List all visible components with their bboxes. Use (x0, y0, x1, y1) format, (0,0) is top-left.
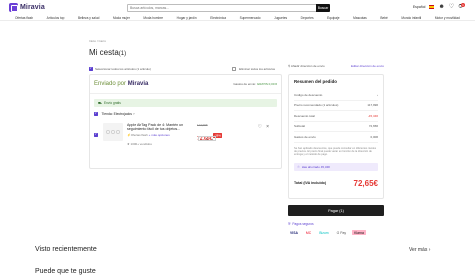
page-title-text: Mi cesta (89, 48, 119, 57)
mastercard-logo: MC (305, 230, 312, 235)
heart-icon[interactable]: ♡ (258, 124, 262, 130)
nav-item-moda-mujer[interactable]: Moda mujer (113, 16, 130, 20)
item-actions: ♡ × (258, 124, 269, 130)
summary-row-subtotal: Subtotal 72,65€ (294, 122, 378, 132)
item-checkbox[interactable] (94, 132, 98, 137)
old-price: 117,99€ (197, 123, 208, 127)
quantity-stepper: − 1 + (198, 136, 216, 141)
nav-item-supermercado[interactable]: Supermercado (240, 16, 261, 20)
heart-icon[interactable]: ♡ (449, 4, 454, 10)
nav-item-equipaje[interactable]: Equipaje (327, 16, 339, 20)
summary-note: Se han aplicado descuentos, que puede co… (294, 146, 377, 157)
truck-icon: ⛟ (98, 100, 103, 105)
search-button[interactable]: Buscar (316, 4, 330, 12)
nav-item-deportes[interactable]: Deportes (301, 16, 314, 20)
add-address[interactable]: ⚲ Añadir dirección de envío (288, 64, 325, 68)
total-value: 72,65€ (353, 178, 378, 188)
cart-store-card: Enviado por Miravia Gastos de envío: GRA… (89, 74, 282, 169)
checkout-button[interactable]: Pagar (1) (288, 205, 384, 216)
nav-item-juguetes[interactable]: Juguetes (274, 16, 287, 20)
chevron-right-icon: › (133, 112, 135, 116)
see-more-link[interactable]: Ver más › (409, 247, 430, 253)
free-shipping-banner: ⛟ Envío gratis (94, 99, 277, 107)
miravia-logo-icon (9, 3, 18, 12)
price-block: 117,99€ 72,65€-38% (197, 123, 222, 145)
gpay-logo: G Pay (336, 230, 347, 235)
payment-methods: VISA MC Bizum G Pay Klarna (288, 230, 366, 235)
nav-item-bebe[interactable]: Bebé (380, 16, 387, 20)
cart-item: Apple AirTag Pack de 4: Mantén un seguim… (94, 121, 277, 165)
nav-item-hogar-jardin[interactable]: Hogar y jardín (177, 16, 197, 20)
user-icon[interactable]: ☻ (438, 4, 444, 10)
nav-item-ofertas-flash[interactable]: Ofertas flash (15, 16, 33, 20)
shipping-cost: Gastos de envío: GRATIS 0,00 € (233, 82, 277, 86)
store-name[interactable]: Tienda: Electrojacks › (94, 111, 135, 116)
category-nav: Ofertas flash Artículos top Belleza y sa… (0, 15, 475, 21)
address-row: ⚲ Añadir dirección de envío Editar direc… (288, 64, 384, 68)
page-title: Mi cesta(1) (89, 48, 126, 57)
bizum-logo: Bizum (319, 230, 329, 235)
secure-payment: ⛨ Pagos seguros (288, 222, 314, 226)
tag-icon: ☉ (297, 164, 300, 169)
product-title[interactable]: Apple AirTag Pack de 4: Mantén un seguim… (127, 123, 191, 132)
cart-item-count: (1) (118, 51, 127, 57)
summary-row-shipping: Gastos de envío 0,00€ (294, 132, 378, 143)
shipped-by: Enviado por Miravia (94, 81, 149, 87)
product-thumbnail[interactable] (103, 123, 123, 141)
summary-row-recommended: Precio recomendado (1 artículos) 117,99€ (294, 101, 378, 111)
recommendations-title: Puede que te guste (35, 268, 96, 275)
nav-item-motor-movilidad[interactable]: Motor y movilidad (435, 16, 460, 20)
delete-all[interactable]: Eliminar todos los artículos (231, 67, 275, 71)
header-actions: Español ☻ ♡ ⎊ 1 (413, 2, 465, 10)
select-all[interactable]: Seleccionar todos los artículos (1 artíc… (89, 66, 151, 72)
selection-row: Seleccionar todos los artículos (1 artíc… (89, 66, 275, 72)
nav-item-mascotas[interactable]: Mascotas (353, 16, 367, 20)
search-input[interactable] (128, 5, 316, 11)
nav-item-mundo-infantil[interactable]: Mundo infantil (401, 16, 421, 20)
increment-button[interactable]: + (210, 137, 215, 141)
total-row: Total (IVA incluido) 72,65€ (294, 179, 378, 188)
star-icon: ★ (127, 142, 130, 146)
store-checkbox[interactable] (94, 111, 98, 116)
nav-item-moda-hombre[interactable]: Moda hombre (143, 16, 163, 20)
recently-viewed-title: Visto recientemente (35, 246, 97, 253)
airtag-icon (116, 130, 120, 134)
select-all-checkbox[interactable] (89, 66, 93, 72)
close-icon[interactable]: × (266, 124, 269, 130)
cart-icon[interactable]: ⎊ 1 (458, 2, 465, 10)
spain-flag-icon[interactable] (429, 5, 435, 9)
order-summary: Resumen del pedido Código de descuento › … (288, 74, 384, 199)
visa-logo: VISA (290, 230, 298, 235)
airtag-icon (111, 130, 115, 134)
top-bar: Miravia Buscar Español ☻ ♡ ⎊1 (0, 0, 475, 15)
savings-banner: ☉ Has ahorrado 45,34€ (294, 162, 378, 171)
summary-row-total-discount: Descuento total -45,34€ (294, 111, 378, 122)
cart-count-badge: 1 (461, 2, 465, 7)
delete-checkbox[interactable] (231, 67, 236, 71)
edit-address-link[interactable]: Editar dirección de envío (351, 64, 384, 68)
airtag-icon (106, 130, 110, 134)
nav-item-articulos-top[interactable]: Artículos top (47, 16, 65, 20)
miravia-logo[interactable]: Miravia (9, 3, 45, 12)
summary-row-discount-code[interactable]: Código de descuento › (294, 90, 378, 101)
product-sold: ★ 1000+ vendidos (127, 142, 152, 146)
shield-icon: ⛨ (288, 222, 291, 226)
product-variant[interactable]: ⚡Ofertas flash + más opciones (127, 133, 170, 137)
total-label: Total (IVA incluido) (294, 181, 327, 186)
chevron-right-icon: › (377, 92, 378, 97)
summary-title: Resumen del pedido (294, 79, 337, 84)
breadcrumb[interactable]: Inicio / Carro (89, 39, 106, 43)
klarna-logo: Klarna (352, 230, 366, 235)
shipping-header: Enviado por Miravia Gastos de envío: GRA… (90, 75, 281, 94)
language-selector[interactable]: Español (413, 5, 426, 9)
nav-item-electronica[interactable]: Electrónica (210, 16, 226, 20)
chevron-right-icon: › (428, 247, 431, 253)
search-bar: Buscar (127, 4, 330, 12)
logo-text: Miravia (20, 4, 45, 11)
nav-item-belleza-salud[interactable]: Belleza y salud (78, 16, 99, 20)
location-icon: ⚲ (288, 64, 291, 68)
